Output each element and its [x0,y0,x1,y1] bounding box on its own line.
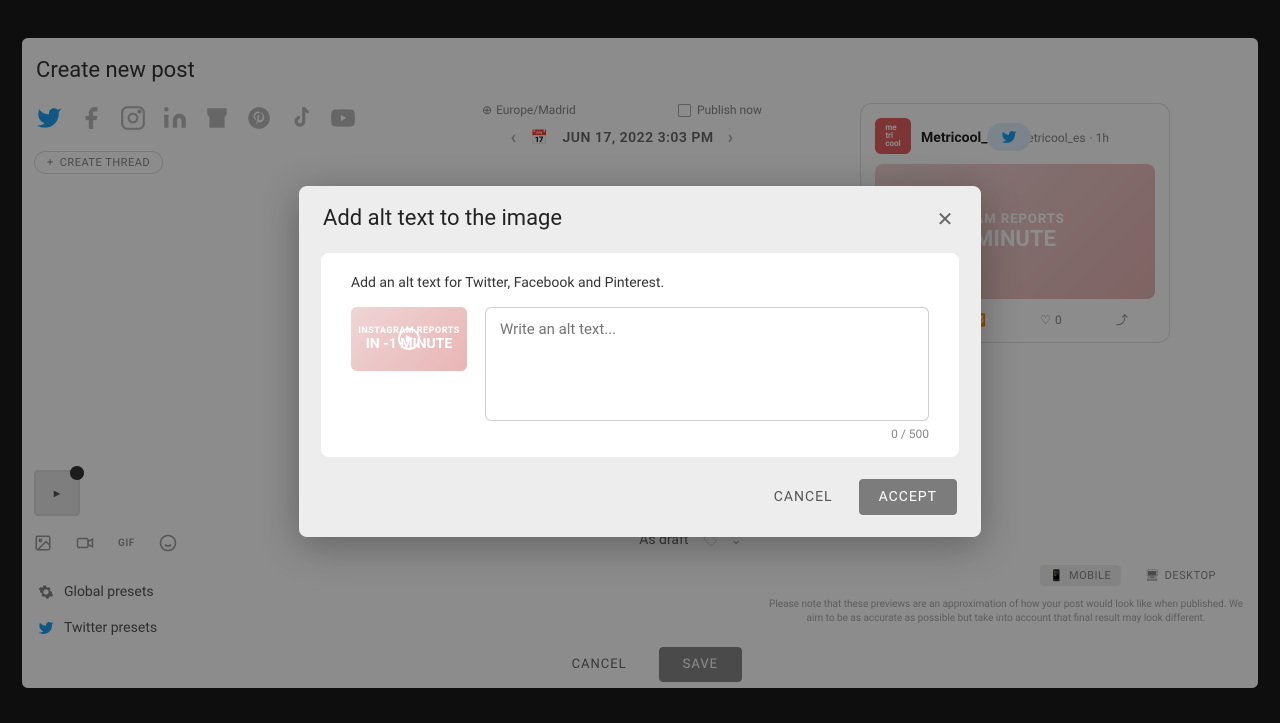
modal-description: Add an alt text for Twitter, Facebook an… [351,275,929,291]
modal-cancel-button[interactable]: CANCEL [766,479,841,515]
alt-text-thumbnail: INSTAGRAM REPORTS IN -1 MINUTE [351,307,467,371]
alt-text-modal: Add alt text to the image ✕ Add an alt t… [299,186,981,537]
play-icon [398,328,420,350]
modal-title: Add alt text to the image [323,206,562,231]
close-icon[interactable]: ✕ [933,207,957,231]
modal-overlay: Add alt text to the image ✕ Add an alt t… [0,0,1280,723]
alt-text-input[interactable] [485,307,929,421]
modal-accept-button[interactable]: ACCEPT [859,479,957,515]
char-counter: 0 / 500 [351,427,929,441]
